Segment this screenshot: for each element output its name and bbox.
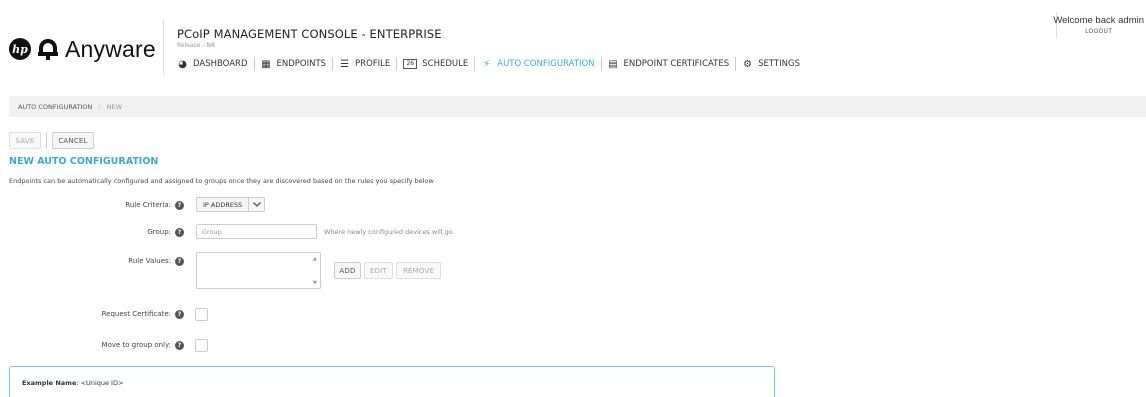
nav-separator (253, 57, 255, 71)
gear-icon: ⚙ (743, 58, 753, 70)
scroll-up-icon[interactable]: ▲ (313, 256, 317, 262)
nav-label: ENDPOINTS (276, 59, 327, 69)
schedule-icon: 26 (403, 59, 418, 69)
example-panel: Example Name: <Unique ID> (9, 366, 775, 397)
toolbar-separator (46, 132, 47, 149)
dashboard-icon: ◕ (178, 58, 187, 70)
save-button[interactable]: SAVE (9, 132, 41, 149)
nav-item-endpoints[interactable]: ▦ ENDPOINTS (261, 58, 327, 70)
nav-item-schedule[interactable]: 26 SCHEDULE (403, 59, 468, 69)
request-certificate-checkbox[interactable] (195, 308, 208, 321)
nav-separator (474, 57, 476, 71)
nav-item-dashboard[interactable]: ◕ DASHBOARD (177, 58, 248, 70)
logout-link[interactable]: LOGOUT (1053, 28, 1144, 35)
endpoints-icon: ▦ (261, 58, 271, 70)
hp-logo: hp (9, 38, 31, 60)
nav-label: AUTO CONFIGURATION (497, 59, 595, 69)
nav-separator (600, 57, 602, 71)
help-icon[interactable]: ? (175, 341, 184, 350)
certificate-icon: ▤ (608, 58, 618, 70)
nav-item-settings[interactable]: ⚙ SETTINGS (742, 59, 800, 70)
cancel-button[interactable]: CANCEL (52, 132, 94, 149)
page-description: Endpoints can be automatically configure… (9, 177, 434, 185)
page-title: NEW AUTO CONFIGURATION (9, 156, 159, 167)
add-button[interactable]: ADD (334, 262, 361, 279)
breadcrumb-current: NEW (106, 102, 122, 111)
scrollbar[interactable]: ▲ ▼ (312, 253, 320, 288)
group-label: Group: (147, 228, 171, 236)
bolt-icon: ⚡ (483, 58, 491, 70)
product-name: Anyware (65, 35, 156, 62)
rule-criteria-select[interactable]: IP ADDRESS (196, 197, 266, 212)
move-to-group-only-label: Move to group only: (101, 341, 171, 349)
logo[interactable]: hp Anyware (9, 36, 156, 62)
anyware-logo-icon (38, 38, 58, 60)
select-value: IP ADDRESS (203, 200, 243, 209)
scroll-down-icon[interactable]: ▼ (313, 280, 317, 286)
nav-item-auto-configuration[interactable]: ⚡ AUTO CONFIGURATION (481, 59, 594, 70)
release-text: Release - NA (177, 42, 216, 49)
example-name: Example Name: <Unique ID> (22, 379, 123, 387)
nav-label: PROFILE (355, 59, 391, 69)
remove-button[interactable]: REMOVE (396, 262, 441, 279)
edit-button[interactable]: EDIT (364, 262, 393, 279)
nav-item-endpoint-certificates[interactable]: ▤ ENDPOINT CERTIFICATES (608, 58, 730, 70)
nav-label: ENDPOINT CERTIFICATES (623, 59, 730, 69)
help-icon[interactable]: ? (175, 310, 184, 319)
header: hp Anyware PCoIP MANAGEMENT CONSOLE - EN… (0, 0, 1146, 90)
nav-label: SETTINGS (758, 59, 800, 69)
breadcrumb-parent[interactable]: AUTO CONFIGURATION (18, 103, 92, 111)
breadcrumb: AUTO CONFIGURATION / NEW (9, 96, 1146, 117)
user-menu: Welcome back admin LOGOUT (1053, 15, 1144, 35)
welcome-text: Welcome back admin (1053, 15, 1144, 26)
example-name-value: : <Unique ID> (76, 379, 124, 387)
nav-label: DASHBOARD (193, 59, 248, 69)
nav-item-profile[interactable]: ☰ PROFILE (339, 59, 390, 70)
app-title: PCoIP MANAGEMENT CONSOLE - ENTERPRISE (177, 27, 442, 41)
rule-values-list[interactable]: ▲ ▼ (196, 252, 321, 289)
group-hint: Where newly configured devices will go (324, 228, 453, 236)
nav-separator (332, 57, 334, 71)
rule-values-label: Rule Values: (128, 257, 171, 265)
nav-separator (396, 57, 398, 71)
rule-criteria-label: Rule Criteria: (125, 201, 171, 209)
nav-separator (735, 57, 737, 71)
profile-icon: ☰ (340, 58, 350, 70)
request-certificate-label: Request Certificate: (101, 310, 171, 318)
move-to-group-only-checkbox[interactable] (195, 339, 208, 352)
nav-label: SCHEDULE (422, 59, 469, 69)
help-icon[interactable]: ? (175, 201, 184, 210)
help-icon[interactable]: ? (175, 228, 184, 237)
breadcrumb-separator: / (98, 102, 101, 111)
group-input[interactable] (196, 224, 317, 239)
help-icon[interactable]: ? (175, 257, 184, 266)
chevron-down-icon (248, 198, 264, 211)
main-nav: ◕ DASHBOARD ▦ ENDPOINTS ☰ PROFILE 26 SCH… (177, 57, 800, 71)
divider (163, 20, 164, 75)
example-name-label: Example Name (22, 379, 77, 387)
